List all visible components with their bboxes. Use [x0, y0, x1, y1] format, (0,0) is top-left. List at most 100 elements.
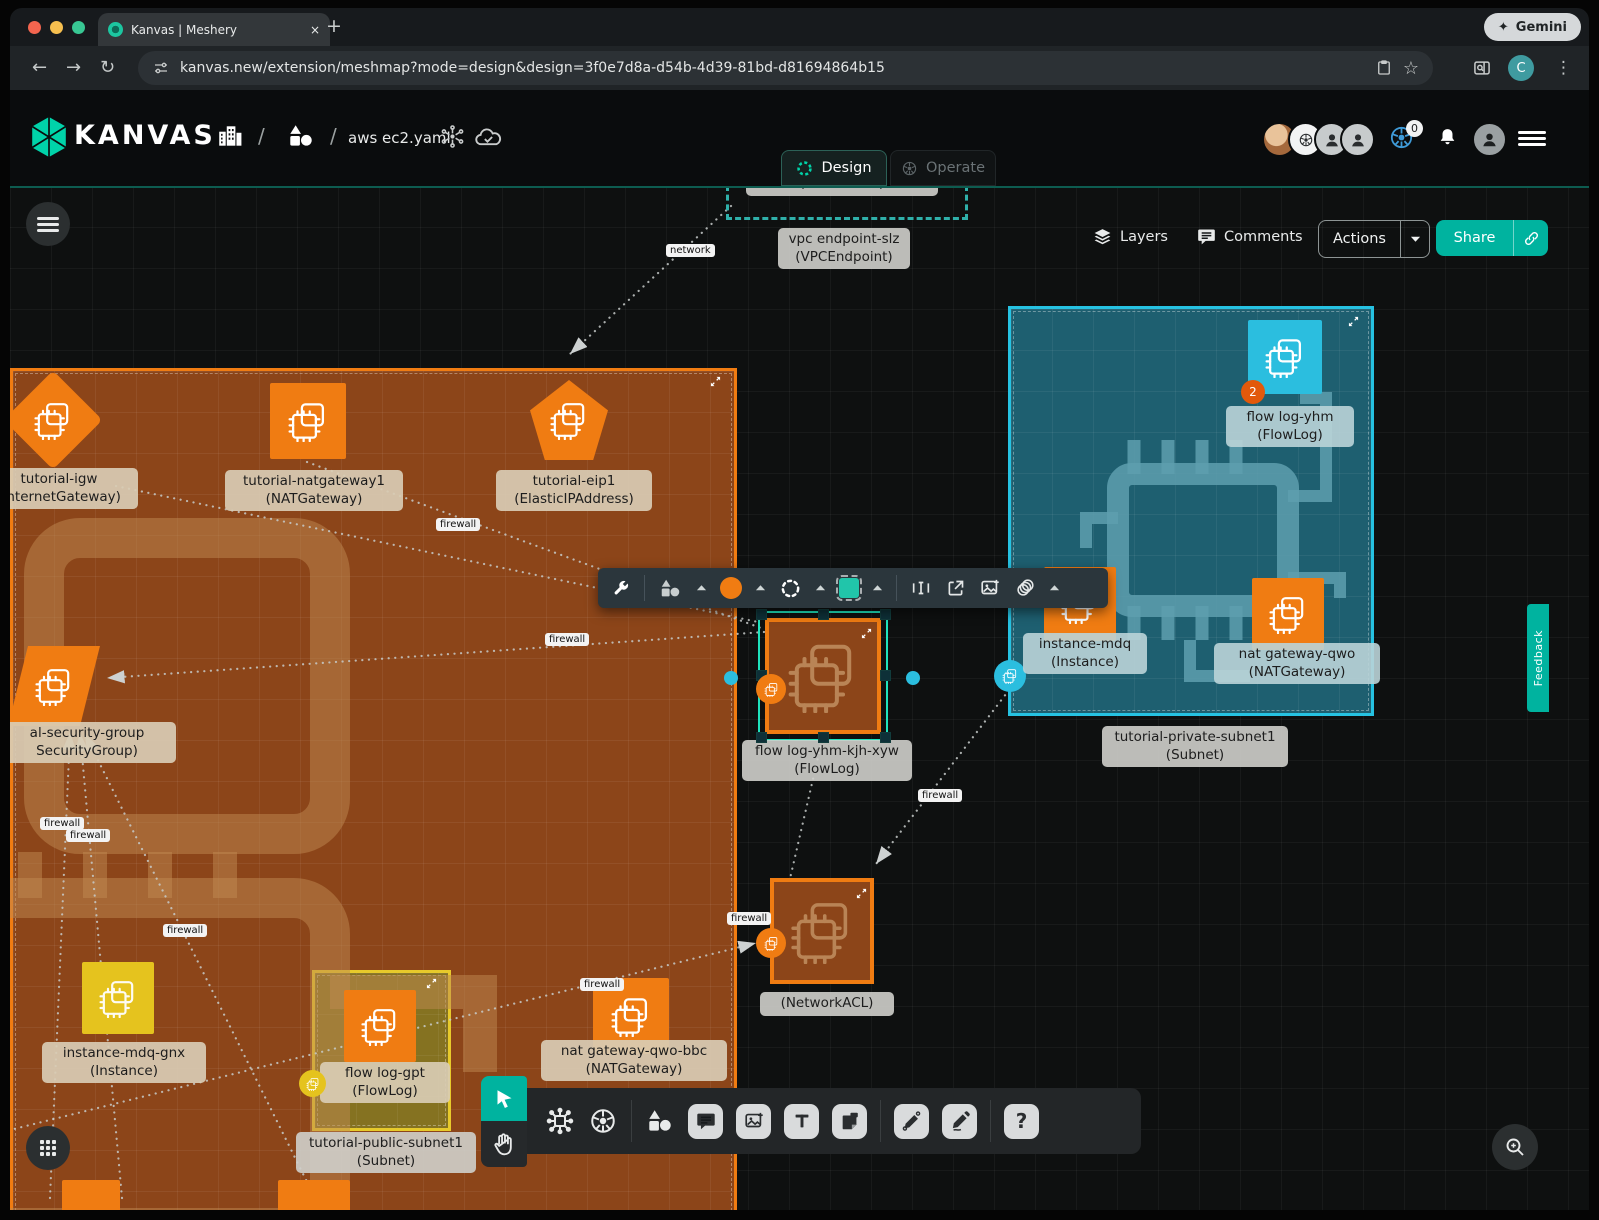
node-label-private-subnet[interactable]: tutorial-private-subnet1(Subnet) — [1102, 726, 1288, 767]
node-label-network-acl[interactable]: (NetworkACL) — [760, 992, 894, 1016]
collaborator-avatar[interactable] — [1340, 122, 1375, 157]
node-instance-gnx[interactable] — [82, 962, 154, 1034]
window-close-button[interactable] — [28, 21, 41, 34]
shapes-grid-fab[interactable] — [26, 1126, 70, 1170]
meshsync-snowflake-icon[interactable] — [440, 124, 465, 149]
kubernetes-tool-icon[interactable] — [588, 1106, 618, 1136]
node-label-natgateway-qwo[interactable]: nat gateway-qwo(NATGateway) — [1214, 643, 1380, 684]
node-port-circle[interactable] — [994, 660, 1026, 692]
edge-port[interactable] — [724, 671, 738, 685]
url-text[interactable]: kanvas.new/extension/meshmap?mode=design… — [180, 60, 1365, 76]
node-label-igw[interactable]: tutorial-igw(InternetGateway) — [10, 468, 138, 509]
add-image-icon[interactable] — [979, 577, 1001, 599]
tab-operate[interactable]: Operate — [890, 150, 996, 186]
url-bar[interactable]: kanvas.new/extension/meshmap?mode=design… — [138, 51, 1433, 85]
node-nat-gateway-qwo[interactable] — [1252, 578, 1324, 650]
node-label-natgateway1[interactable]: tutorial-natgateway1(NATGateway) — [225, 470, 403, 511]
edge-port[interactable] — [906, 671, 920, 685]
flowlog-kjh-badge[interactable] — [756, 674, 786, 704]
components-tool-icon[interactable] — [545, 1106, 575, 1136]
lasso-select-icon[interactable] — [779, 577, 802, 600]
collaborator-avatars[interactable] — [1262, 122, 1375, 157]
copy-link-icon[interactable] — [1514, 230, 1548, 247]
gemini-button[interactable]: ✦ Gemini — [1484, 13, 1581, 41]
node-label-instance-gnx[interactable]: instance-mdq-gnx(Instance) — [42, 1042, 206, 1083]
help-button[interactable]: ? — [1004, 1104, 1039, 1139]
feedback-tab[interactable]: Feedback — [1527, 604, 1549, 712]
configure-wrench-icon[interactable] — [610, 578, 631, 599]
freehand-draw-tool-button[interactable] — [942, 1104, 977, 1139]
node-flowlog-gpt[interactable] — [344, 990, 416, 1062]
actions-button[interactable]: Actions — [1318, 220, 1430, 258]
node-label-instance-mdq[interactable]: instance-mdq(Instance) — [1023, 633, 1147, 674]
caret-down-icon[interactable] — [1401, 235, 1429, 243]
tab-design[interactable]: Design — [781, 150, 887, 186]
image-tool-button[interactable] — [736, 1104, 771, 1139]
window-minimize-button[interactable] — [50, 21, 63, 34]
shapes-breadcrumb-icon[interactable] — [286, 123, 316, 149]
shapes-dock-icon[interactable] — [645, 1108, 675, 1134]
header-menu-icon[interactable] — [1518, 128, 1546, 149]
window-zoom-button[interactable] — [72, 21, 85, 34]
organization-icon[interactable] — [216, 122, 244, 150]
network-acl-badge[interactable] — [756, 928, 786, 958]
node-label-flowlog-yhm[interactable]: flow log-yhm(FlowLog) — [1226, 406, 1354, 447]
chevron-up-icon[interactable] — [815, 584, 826, 592]
node-label-flowlog-gpt[interactable]: flow log-gpt(FlowLog) — [320, 1062, 450, 1103]
browser-tab[interactable]: Kanvas | Meshery × — [98, 13, 330, 46]
reload-icon[interactable]: ↻ — [100, 55, 115, 81]
bookmark-star-icon[interactable]: ☆ — [1403, 58, 1419, 79]
forward-icon[interactable]: → — [66, 55, 81, 81]
node-flowlog-kjh-selected[interactable] — [765, 618, 881, 734]
node-label-flowlog-kjh[interactable]: flow log-yhm-kjh-xyw(FlowLog) — [742, 740, 912, 781]
expand-icon[interactable] — [426, 978, 437, 989]
node-label-public-subnet[interactable]: tutorial-public-subnet1(Subnet) — [296, 1132, 476, 1173]
layers-button[interactable]: Layers — [1092, 226, 1168, 247]
kanvas-logo-icon[interactable] — [30, 116, 68, 158]
new-tab-button[interactable]: + — [326, 17, 342, 36]
select-tool-button[interactable] — [481, 1076, 527, 1121]
rings-tool-icon[interactable] — [1014, 577, 1036, 599]
chevron-up-icon[interactable] — [696, 584, 707, 592]
side-panel-icon[interactable] — [1472, 58, 1492, 78]
edge-pen-tool-button[interactable] — [894, 1104, 929, 1139]
back-icon[interactable]: ← — [32, 55, 47, 81]
zoom-fab[interactable] — [1492, 1124, 1538, 1170]
user-avatar[interactable] — [1472, 122, 1507, 157]
node-partial[interactable] — [62, 1180, 120, 1210]
expand-icon[interactable] — [856, 888, 867, 899]
notifications-bell-icon[interactable] — [1436, 126, 1459, 149]
shapes-tool-icon[interactable] — [658, 578, 683, 599]
node-partial[interactable] — [278, 1180, 350, 1210]
browser-profile-avatar[interactable]: C — [1508, 55, 1534, 81]
design-canvas[interactable]: (RouteTable) vpc endpoint-slz(VPCEndpoin… — [10, 186, 1589, 1210]
node-label-vpcendpoint[interactable]: vpc endpoint-slz(VPCEndpoint) — [778, 228, 910, 269]
cloud-sync-icon[interactable] — [474, 126, 503, 149]
comments-button[interactable]: Comments — [1196, 226, 1303, 247]
chevron-up-icon[interactable] — [872, 584, 883, 592]
node-label-natgateway-bbc[interactable]: nat gateway-qwo-bbc(NATGateway) — [541, 1040, 727, 1081]
expand-icon[interactable] — [1348, 316, 1359, 327]
tab-close-icon[interactable]: × — [310, 23, 320, 37]
group-tool-icon[interactable] — [839, 578, 859, 598]
node-label-securitygroup[interactable]: al-security-groupSecurityGroup) — [10, 722, 176, 763]
expand-icon[interactable] — [710, 376, 721, 387]
share-button[interactable]: Share — [1436, 220, 1548, 256]
note-tool-button[interactable] — [832, 1104, 867, 1139]
site-settings-icon[interactable] — [152, 59, 170, 77]
rename-icon[interactable] — [910, 577, 932, 599]
node-label-eip1[interactable]: tutorial-eip1(ElasticIPAddress) — [496, 470, 652, 511]
node-network-acl[interactable] — [770, 878, 874, 984]
browser-menu-icon[interactable]: ⋮ — [1555, 55, 1572, 81]
chevron-up-icon[interactable] — [755, 584, 766, 592]
flowlog-gpt-badge[interactable] — [299, 1070, 326, 1097]
save-icon[interactable] — [1375, 59, 1393, 77]
open-in-new-icon[interactable] — [945, 578, 966, 599]
pan-tool-button[interactable] — [481, 1121, 527, 1167]
text-tool-button[interactable] — [784, 1104, 819, 1139]
expand-icon[interactable] — [861, 628, 872, 639]
canvas-menu-fab[interactable] — [26, 202, 70, 246]
chevron-up-icon[interactable] — [1049, 584, 1060, 592]
comment-tool-button[interactable] — [688, 1104, 723, 1139]
node-nat-gateway-1[interactable] — [270, 383, 346, 459]
